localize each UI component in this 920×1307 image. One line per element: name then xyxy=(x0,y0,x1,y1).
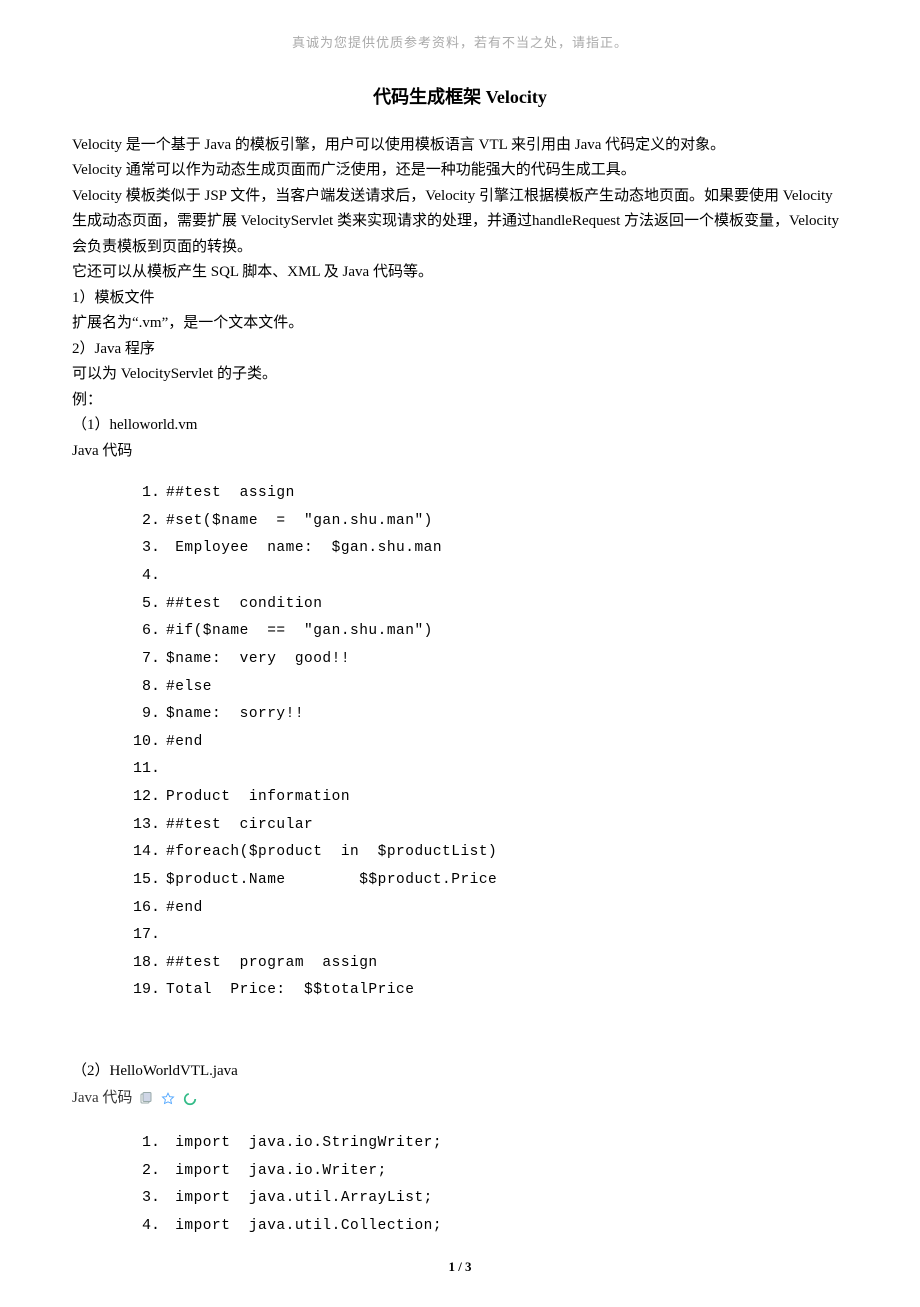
code-block-java: 1. import java.io.StringWriter; 2. impor… xyxy=(132,1130,848,1239)
code-line: 9.$name: sorry!! xyxy=(132,701,848,727)
paragraph: （2）HelloWorldVTL.java xyxy=(72,1059,848,1085)
code-line: 10.#end xyxy=(132,729,848,755)
loading-icon xyxy=(182,1091,198,1107)
paragraph: Velocity 通常可以作为动态生成页面而广泛使用，还是一种功能强大的代码生成… xyxy=(72,158,848,184)
line-number: 6. xyxy=(132,618,160,644)
code-line: 2. import java.io.Writer; xyxy=(132,1158,848,1184)
code-text: import java.io.Writer; xyxy=(166,1159,387,1184)
code-line: 13.##test circular xyxy=(132,812,848,838)
code-text: ##test condition xyxy=(166,592,322,617)
paragraph: 可以为 VelocityServlet 的子类。 xyxy=(72,362,848,388)
paragraph: 2）Java 程序 xyxy=(72,337,848,363)
code-line: 1. import java.io.StringWriter; xyxy=(132,1130,848,1156)
code-line: 7.$name: very good!! xyxy=(132,646,848,672)
code-line: 18.##test program assign xyxy=(132,950,848,976)
code-text: ##test program assign xyxy=(166,951,378,976)
line-number: 4. xyxy=(132,1213,160,1239)
line-number: 3. xyxy=(132,1185,160,1211)
code-language-label: Java 代码 xyxy=(72,1086,132,1112)
code-text: Employee name: $gan.shu.man xyxy=(166,536,442,561)
line-number: 13. xyxy=(132,812,160,838)
line-number: 1. xyxy=(132,480,160,506)
code-text: import java.io.StringWriter; xyxy=(166,1131,442,1156)
line-number: 4. xyxy=(132,563,160,589)
code-line: 11. xyxy=(132,756,848,782)
code-line: 2.#set($name = "gan.shu.man") xyxy=(132,508,848,534)
code-text: import java.util.ArrayList; xyxy=(166,1186,433,1211)
paragraph: Velocity 模板类似于 JSP 文件，当客户端发送请求后，Velocity… xyxy=(72,184,848,261)
paragraph: Velocity 是一个基于 Java 的模板引擎，用户可以使用模板语言 VTL… xyxy=(72,133,848,159)
paragraph: （1）helloworld.vm xyxy=(72,413,848,439)
line-number: 16. xyxy=(132,895,160,921)
code-line: 16.#end xyxy=(132,895,848,921)
intro-paragraphs: Velocity 是一个基于 Java 的模板引擎，用户可以使用模板语言 VTL… xyxy=(72,133,848,465)
page-number: 1 / 3 xyxy=(0,1256,920,1278)
code-text: Product information xyxy=(166,785,350,810)
line-number: 3. xyxy=(132,535,160,561)
paragraph: 1）模板文件 xyxy=(72,286,848,312)
code-text: #set($name = "gan.shu.man") xyxy=(166,509,433,534)
line-number: 19. xyxy=(132,977,160,1003)
code-line: 4. xyxy=(132,563,848,589)
code-line: 3. Employee name: $gan.shu.man xyxy=(132,535,848,561)
code-line: 6.#if($name == "gan.shu.man") xyxy=(132,618,848,644)
line-number: 5. xyxy=(132,591,160,617)
code-line: 5.##test condition xyxy=(132,591,848,617)
section-2: （2）HelloWorldVTL.java Java 代码 xyxy=(72,1059,848,1112)
code-text: #foreach($product in $productList) xyxy=(166,840,497,865)
code-text: import java.util.Collection; xyxy=(166,1214,442,1239)
code-line: 12.Product information xyxy=(132,784,848,810)
document-title: 代码生成框架 Velocity xyxy=(72,82,848,113)
line-number: 18. xyxy=(132,950,160,976)
code-text: #end xyxy=(166,730,203,755)
line-number: 17. xyxy=(132,922,160,948)
paragraph: 例： xyxy=(72,388,848,414)
code-line: 1.##test assign xyxy=(132,480,848,506)
code-line: 15.$product.Name $$product.Price xyxy=(132,867,848,893)
code-line: 3. import java.util.ArrayList; xyxy=(132,1185,848,1211)
header-note: 真诚为您提供优质参考资料，若有不当之处，请指正。 xyxy=(72,32,848,54)
line-number: 11. xyxy=(132,756,160,782)
copy-icon[interactable] xyxy=(138,1091,154,1107)
code-text: $name: very good!! xyxy=(166,647,350,672)
code-line: 14.#foreach($product in $productList) xyxy=(132,839,848,865)
line-number: 14. xyxy=(132,839,160,865)
line-number: 8. xyxy=(132,674,160,700)
code-line: 17. xyxy=(132,922,848,948)
line-number: 2. xyxy=(132,508,160,534)
star-icon[interactable] xyxy=(160,1091,176,1107)
code-block-vm: 1.##test assign 2.#set($name = "gan.shu.… xyxy=(132,480,848,1003)
line-number: 7. xyxy=(132,646,160,672)
paragraph: 扩展名为“.vm”，是一个文本文件。 xyxy=(72,311,848,337)
code-text: #if($name == "gan.shu.man") xyxy=(166,619,433,644)
line-number: 1. xyxy=(132,1130,160,1156)
line-number: 10. xyxy=(132,729,160,755)
line-number: 9. xyxy=(132,701,160,727)
code-text: $name: sorry!! xyxy=(166,702,304,727)
code-text: #else xyxy=(166,675,212,700)
code-text: $product.Name $$product.Price xyxy=(166,868,497,893)
code-text: ##test circular xyxy=(166,813,313,838)
code-text: Total Price: $$totalPrice xyxy=(166,978,414,1003)
code-line: 8.#else xyxy=(132,674,848,700)
code-text: ##test assign xyxy=(166,481,295,506)
document-page: 真诚为您提供优质参考资料，若有不当之处，请指正。 代码生成框架 Velocity… xyxy=(0,0,920,1302)
line-number: 2. xyxy=(132,1158,160,1184)
code-line: 19.Total Price: $$totalPrice xyxy=(132,977,848,1003)
code-text: #end xyxy=(166,896,203,921)
code-line: 4. import java.util.Collection; xyxy=(132,1213,848,1239)
code-language-label: Java 代码 xyxy=(72,439,848,465)
line-number: 15. xyxy=(132,867,160,893)
java-label-row: Java 代码 xyxy=(72,1086,848,1112)
line-number: 12. xyxy=(132,784,160,810)
paragraph: 它还可以从模板产生 SQL 脚本、XML 及 Java 代码等。 xyxy=(72,260,848,286)
